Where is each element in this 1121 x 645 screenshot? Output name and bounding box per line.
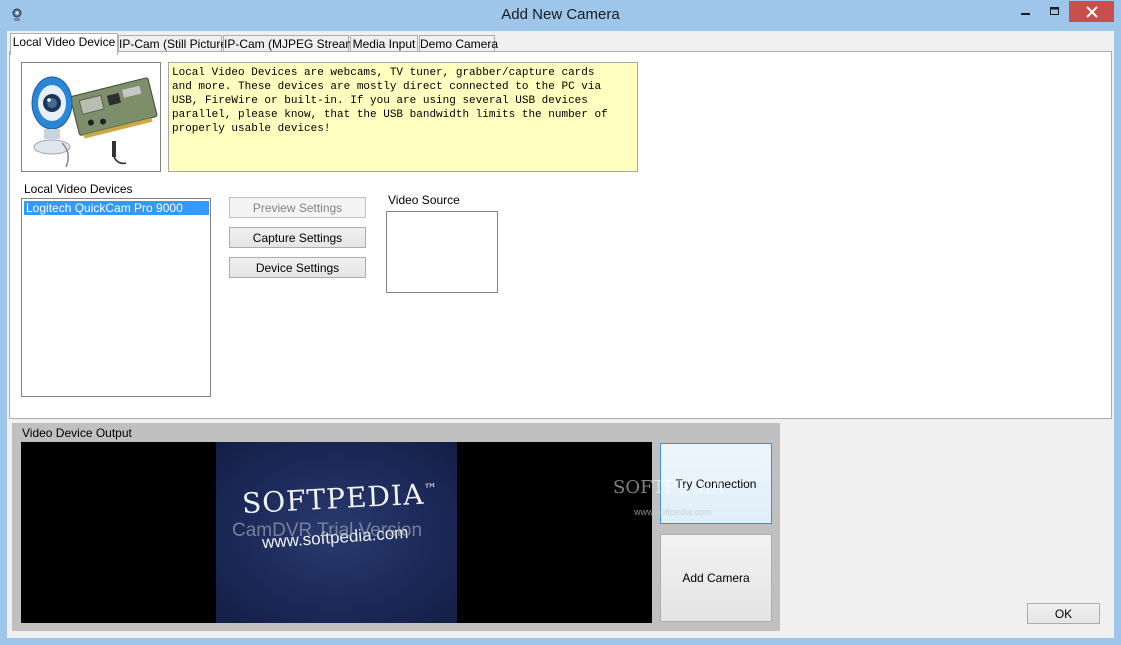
maximize-icon (1050, 6, 1059, 15)
title-bar[interactable]: Add New Camera (0, 0, 1121, 31)
list-item[interactable]: Logitech QuickCam Pro 9000 (24, 201, 209, 215)
video-device-output-label: Video Device Output (22, 426, 132, 440)
local-video-devices-label: Local Video Devices (24, 182, 133, 196)
device-listbox[interactable]: Logitech QuickCam Pro 9000 (21, 198, 211, 397)
webcam-capture-card-image (21, 62, 161, 172)
ok-button[interactable]: OK (1027, 603, 1100, 624)
video-preview: SOFTPEDIA™ www.softpedia.com CamDVR Tria… (21, 442, 652, 623)
tab-local-video-device[interactable]: Local Video Device (10, 33, 118, 55)
window-title: Add New Camera (501, 6, 620, 23)
preview-trademark: ™ (423, 481, 439, 498)
minimize-button[interactable] (1013, 1, 1039, 22)
app-icon[interactable] (9, 7, 25, 23)
local-video-device-panel: Local Video Devices are webcams, TV tune… (9, 51, 1112, 419)
try-connection-button[interactable]: Try Connection (660, 443, 772, 524)
minimize-icon (1021, 12, 1030, 15)
client-area: Local Video Device IP-Cam (Still Picture… (7, 31, 1114, 638)
preview-settings-button[interactable]: Preview Settings (229, 197, 366, 218)
close-icon (1085, 5, 1098, 18)
capture-settings-button[interactable]: Capture Settings (229, 227, 366, 248)
add-new-camera-window: Add New Camera Local Video Device IP-Cam… (0, 0, 1121, 645)
add-camera-button[interactable]: Add Camera (660, 534, 772, 622)
video-device-output-group: Video Device Output SOFTPEDIA™ www.softp… (12, 423, 780, 631)
trial-version-overlay: CamDVR Trial Version (232, 520, 423, 541)
device-description: Local Video Devices are webcams, TV tune… (168, 62, 638, 172)
maximize-button[interactable] (1042, 1, 1068, 22)
video-source-panel (386, 211, 498, 293)
device-settings-button[interactable]: Device Settings (229, 257, 366, 278)
close-button[interactable] (1069, 1, 1114, 22)
preview-brand-text: SOFTPEDIA (241, 477, 425, 521)
preview-frame: SOFTPEDIA™ www.softpedia.com CamDVR Tria… (216, 442, 457, 623)
video-source-label: Video Source (388, 193, 460, 207)
